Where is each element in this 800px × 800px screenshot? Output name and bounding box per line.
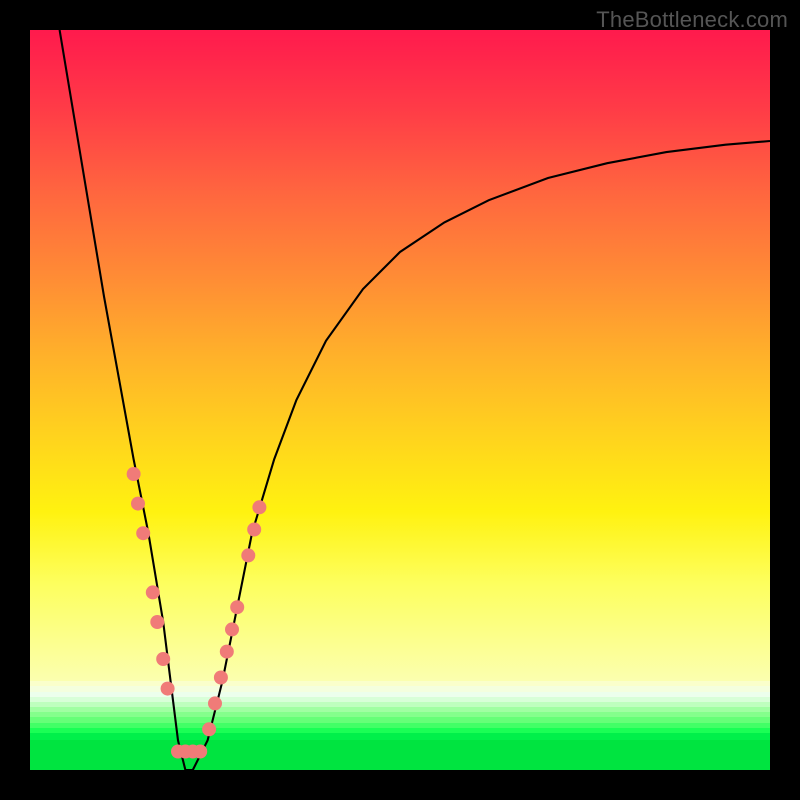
curve-marker: [150, 615, 164, 629]
curve-marker: [131, 497, 145, 511]
curve-marker: [161, 682, 175, 696]
curve-marker: [241, 548, 255, 562]
curve-marker: [247, 523, 261, 537]
curve-marker: [220, 645, 234, 659]
plot-area: [30, 30, 770, 770]
curve-marker: [146, 585, 160, 599]
curve-marker: [252, 500, 266, 514]
curve-marker: [156, 652, 170, 666]
curve-marker: [230, 600, 244, 614]
curve-marker: [208, 696, 222, 710]
bottleneck-curve-svg: [30, 30, 770, 770]
chart-frame: TheBottleneck.com: [0, 0, 800, 800]
curve-marker: [202, 722, 216, 736]
curve-marker: [225, 622, 239, 636]
curve-markers: [127, 467, 267, 759]
curve-marker: [127, 467, 141, 481]
curve-marker: [193, 745, 207, 759]
curve-marker: [214, 671, 228, 685]
curve-marker: [136, 526, 150, 540]
